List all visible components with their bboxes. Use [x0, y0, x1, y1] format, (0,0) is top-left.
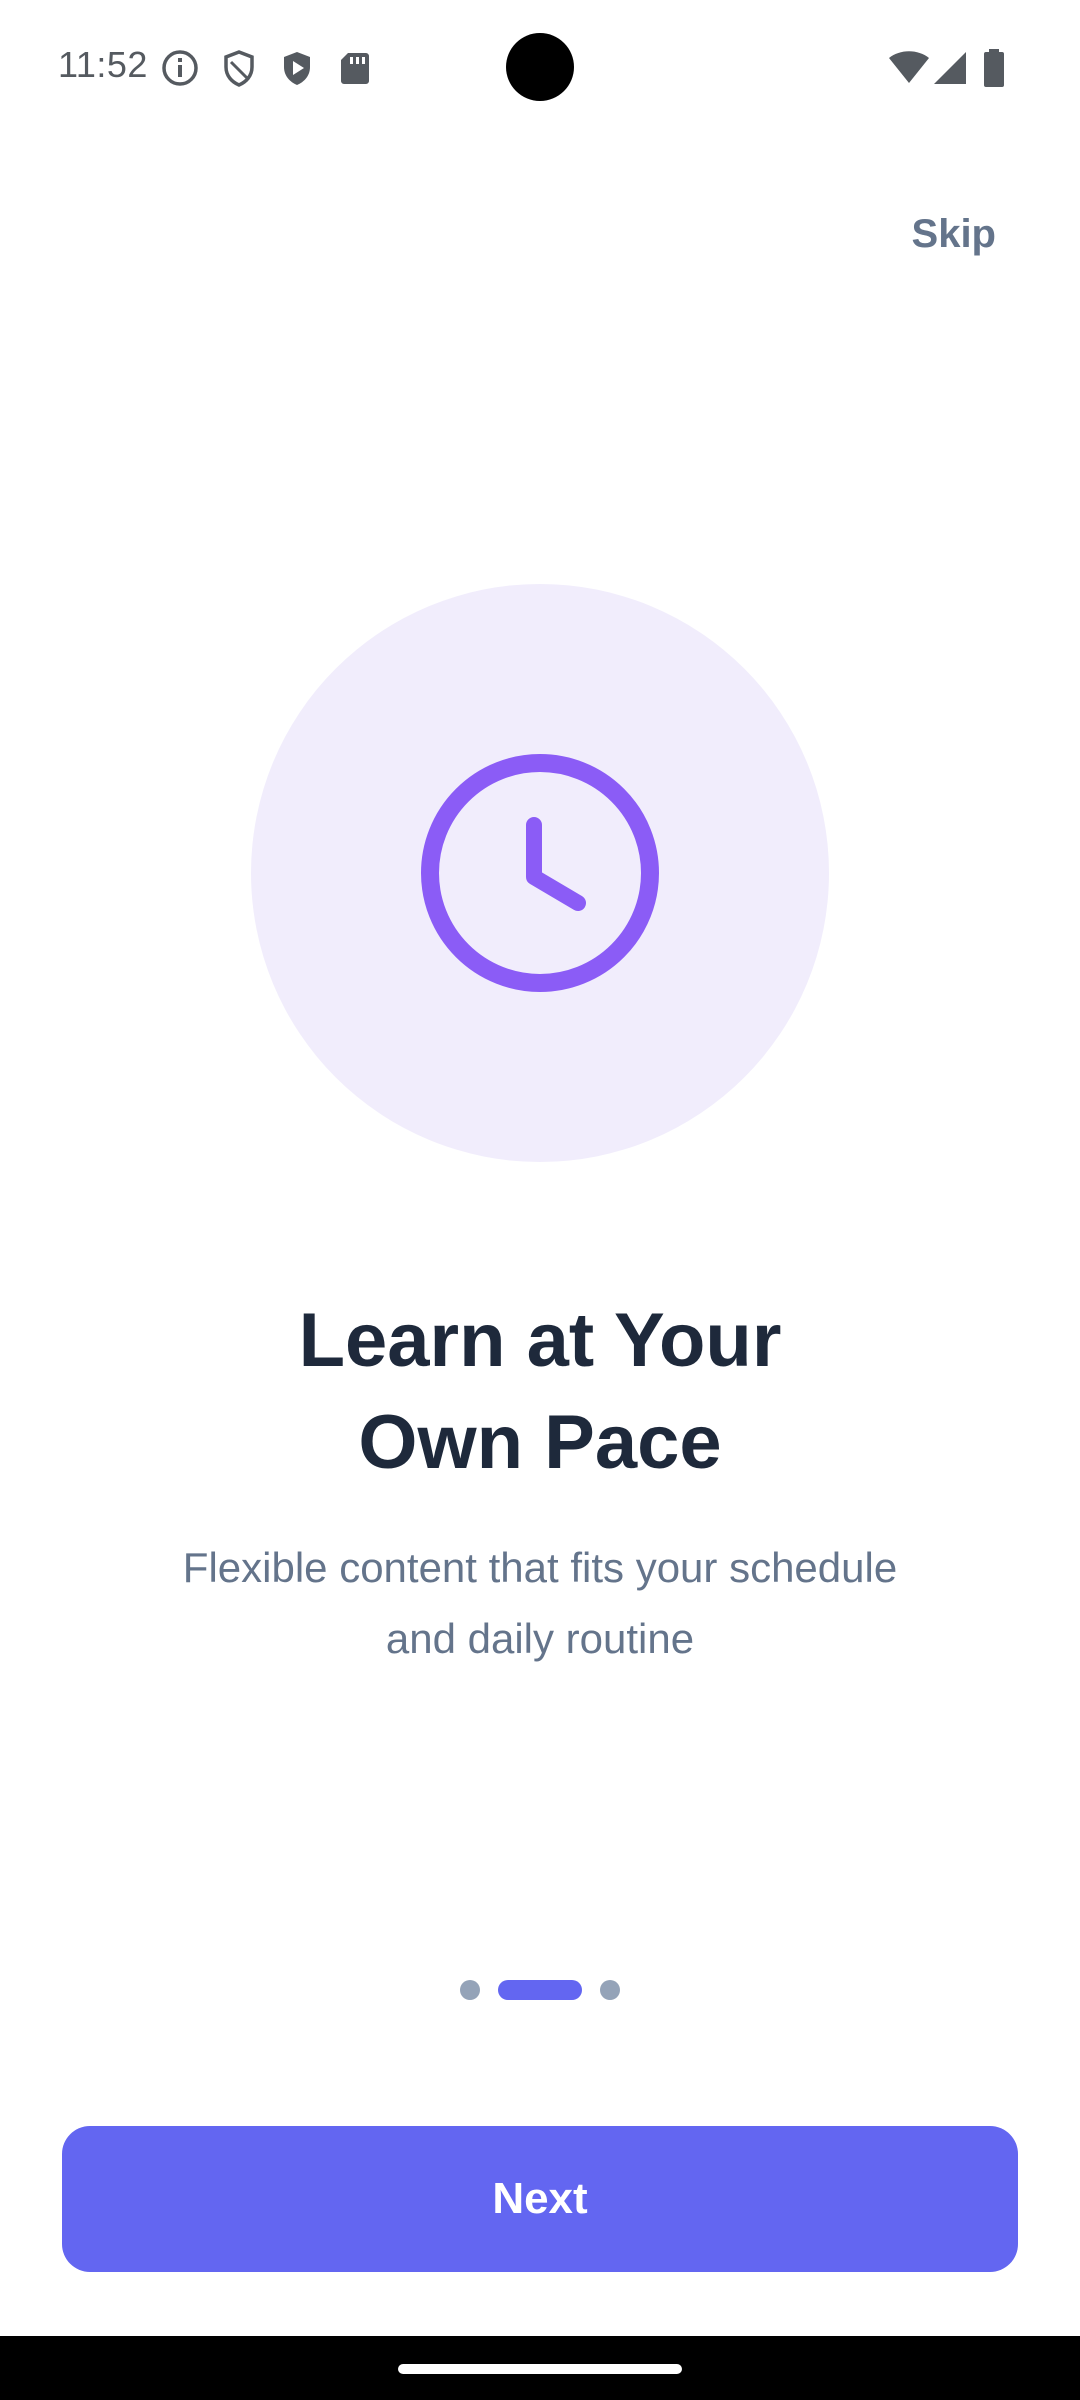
- skip-button[interactable]: Skip: [912, 212, 996, 257]
- title-line-2: Own Pace: [358, 1400, 722, 1485]
- next-button-label: Next: [492, 2174, 588, 2223]
- subtitle-line-1: Flexible content that fits your schedule: [182, 1544, 898, 1591]
- shield-outline-icon: [224, 50, 254, 87]
- wifi-icon: [889, 51, 929, 83]
- page-dot-3[interactable]: [600, 1980, 620, 2000]
- page-indicator: [0, 1978, 1080, 2002]
- status-time: 11:52: [58, 44, 148, 85]
- next-button[interactable]: Next: [62, 2126, 1018, 2272]
- battery-icon: [984, 49, 1004, 87]
- subtitle-line-2: and daily routine: [385, 1615, 695, 1662]
- info-icon: [162, 50, 198, 86]
- sd-card-icon: [341, 53, 369, 84]
- title-line-1: Learn at Your: [298, 1298, 782, 1383]
- clock-icon: [421, 754, 659, 992]
- page-dot-1[interactable]: [460, 1980, 480, 2000]
- onboarding-title: Learn at Your Own Pace: [0, 1290, 1080, 1494]
- signal-icon: [934, 52, 966, 84]
- onboarding-subtitle: Flexible content that fits your schedule…: [0, 1532, 1080, 1674]
- home-indicator[interactable]: [398, 2364, 682, 2374]
- camera-cutout: [506, 33, 574, 101]
- status-bar: 11:52: [0, 0, 1080, 136]
- page-dot-2-active[interactable]: [498, 1980, 582, 2000]
- play-shield-icon: [284, 52, 310, 85]
